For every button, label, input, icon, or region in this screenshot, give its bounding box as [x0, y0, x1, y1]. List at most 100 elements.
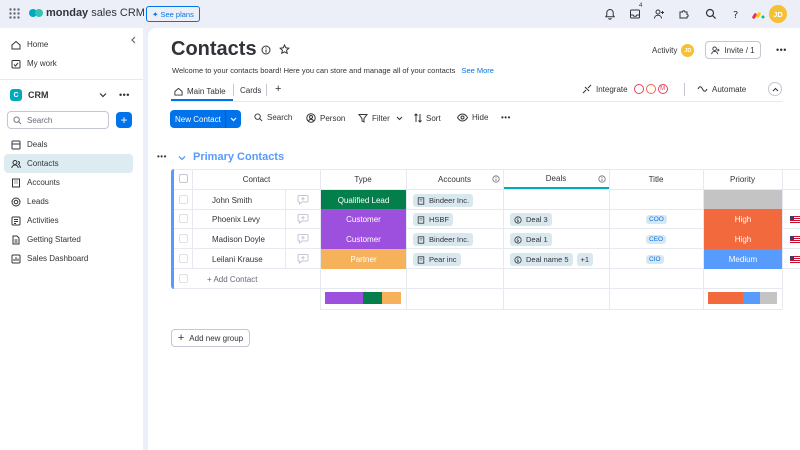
- more-options-icon[interactable]: •••: [119, 90, 130, 100]
- automate-button[interactable]: Automate: [697, 84, 746, 94]
- row-checkbox[interactable]: [179, 195, 188, 204]
- invite-members-icon[interactable]: [653, 8, 665, 22]
- eye-icon: [457, 113, 468, 122]
- search-button[interactable]: Search: [254, 113, 292, 122]
- deals-cell[interactable]: $ Deal 3: [510, 213, 552, 226]
- title-tag[interactable]: COO: [646, 214, 667, 224]
- help-icon[interactable]: ?: [730, 8, 742, 22]
- deal-tag[interactable]: $ Deal 3: [510, 213, 552, 226]
- info-icon[interactable]: [261, 45, 271, 57]
- bell-icon[interactable]: [604, 8, 616, 22]
- chevron-down-icon[interactable]: [178, 154, 186, 163]
- contact-name[interactable]: Madison Doyle: [212, 235, 265, 244]
- contact-name[interactable]: Phoenix Levy: [212, 215, 260, 224]
- search-icon[interactable]: [705, 8, 717, 22]
- column-header-accounts[interactable]: Accounts: [406, 169, 503, 189]
- divider: [266, 84, 267, 96]
- person-filter-button[interactable]: Person: [306, 113, 345, 123]
- select-all-checkbox[interactable]: [179, 174, 188, 183]
- see-more-link[interactable]: See More: [461, 66, 494, 75]
- priority-status[interactable]: High: [704, 229, 782, 249]
- row-checkbox[interactable]: [179, 214, 188, 223]
- group-menu-icon[interactable]: •••: [157, 152, 167, 161]
- deals-cell[interactable]: $ Deal 1: [510, 233, 552, 246]
- new-contact-button[interactable]: New Contact: [170, 115, 225, 124]
- chevron-down-icon[interactable]: [99, 91, 107, 100]
- sidebar-item-leads[interactable]: Leads: [4, 192, 133, 211]
- add-update-icon[interactable]: [297, 253, 309, 266]
- star-icon[interactable]: [279, 43, 290, 57]
- filter-button[interactable]: Filter: [358, 113, 403, 123]
- activity-button[interactable]: Activity JD: [652, 44, 695, 57]
- contact-name[interactable]: John Smith: [212, 196, 252, 205]
- title-tag[interactable]: CEO: [646, 234, 667, 244]
- account-tag[interactable]: Bindeer Inc.: [413, 233, 474, 246]
- sidebar-item-deals[interactable]: Deals: [4, 135, 133, 154]
- divider: [233, 84, 234, 96]
- see-plans-button[interactable]: ✦ See plans: [146, 6, 200, 22]
- column-header-contact[interactable]: Contact: [193, 169, 320, 189]
- add-contact-input[interactable]: + Add Contact: [207, 275, 257, 284]
- info-icon[interactable]: [598, 175, 606, 185]
- more-options-icon[interactable]: •••: [501, 113, 511, 122]
- nav-my-work[interactable]: My work: [4, 54, 133, 73]
- add-update-icon[interactable]: [297, 233, 309, 246]
- sidebar-search-input[interactable]: Search: [7, 111, 109, 129]
- summary-segment: [708, 292, 743, 304]
- tab-main-table[interactable]: Main Table: [174, 84, 226, 98]
- column-header-title[interactable]: Title: [609, 169, 703, 189]
- priority-status[interactable]: High: [704, 209, 782, 229]
- add-person-icon: [711, 45, 720, 54]
- sidebar-item-getting-started[interactable]: Getting Started: [4, 230, 133, 249]
- deal-tag[interactable]: $ Deal 1: [510, 233, 552, 246]
- priority-status[interactable]: Medium: [704, 249, 782, 269]
- type-status[interactable]: Customer: [321, 209, 406, 229]
- type-summary-bar[interactable]: [325, 292, 401, 304]
- account-tag[interactable]: Pear inc: [413, 253, 461, 266]
- sort-button[interactable]: Sort: [414, 113, 441, 123]
- add-item-button[interactable]: +: [116, 112, 132, 128]
- add-view-icon[interactable]: +: [275, 83, 281, 95]
- sidebar-item-sales-dashboard[interactable]: Sales Dashboard: [4, 249, 133, 268]
- sidebar-item-activities[interactable]: Activities: [4, 211, 133, 230]
- apps-puzzle-icon[interactable]: [678, 8, 690, 22]
- nav-home[interactable]: Home: [4, 35, 133, 54]
- apps-grid-icon[interactable]: [9, 8, 20, 19]
- type-status[interactable]: Partner: [321, 249, 406, 269]
- add-new-group-button[interactable]: + Add new group: [171, 329, 250, 347]
- workspace-selector[interactable]: C CRM: [10, 89, 49, 101]
- monday-apps-icon[interactable]: [752, 8, 765, 22]
- add-update-icon[interactable]: [297, 194, 309, 207]
- priority-summary-bar[interactable]: [708, 292, 777, 304]
- chevron-down-icon[interactable]: [226, 117, 241, 122]
- hide-button[interactable]: Hide: [457, 113, 488, 122]
- sidebar-item-contacts[interactable]: Contacts: [4, 154, 133, 173]
- type-status[interactable]: Qualified Lead: [321, 190, 406, 210]
- invite-button[interactable]: Invite / 1: [705, 41, 761, 59]
- row-checkbox[interactable]: [179, 234, 188, 243]
- integrate-button[interactable]: Integrate M: [582, 84, 668, 94]
- inbox-icon[interactable]: [629, 8, 641, 22]
- type-status[interactable]: Customer: [321, 229, 406, 249]
- avatar[interactable]: JD: [769, 5, 787, 23]
- info-icon[interactable]: [492, 175, 500, 185]
- automate-icon: [697, 86, 708, 92]
- priority-status[interactable]: [704, 190, 782, 210]
- deal-tag[interactable]: $ Deal name 5: [510, 253, 573, 266]
- add-update-icon[interactable]: [297, 213, 309, 226]
- deals-cell[interactable]: $ Deal name 5 +1: [510, 253, 594, 266]
- column-header-deals[interactable]: Deals: [503, 169, 609, 189]
- contact-name[interactable]: Leilani Krause: [212, 255, 263, 264]
- collapse-header-icon[interactable]: [768, 82, 782, 96]
- row-checkbox[interactable]: [179, 254, 188, 263]
- title-tag[interactable]: CIO: [646, 254, 664, 264]
- column-header-type[interactable]: Type: [320, 169, 406, 189]
- sidebar-item-accounts[interactable]: Accounts: [4, 173, 133, 192]
- group-title[interactable]: Primary Contacts: [193, 151, 284, 163]
- board-menu-icon[interactable]: •••: [776, 45, 787, 55]
- tab-cards[interactable]: Cards: [240, 86, 261, 95]
- account-tag[interactable]: Bindeer Inc.: [413, 194, 474, 207]
- column-header-priority[interactable]: Priority: [703, 169, 782, 189]
- deals-more-badge[interactable]: +1: [576, 253, 594, 266]
- account-tag[interactable]: HSBF: [413, 213, 454, 226]
